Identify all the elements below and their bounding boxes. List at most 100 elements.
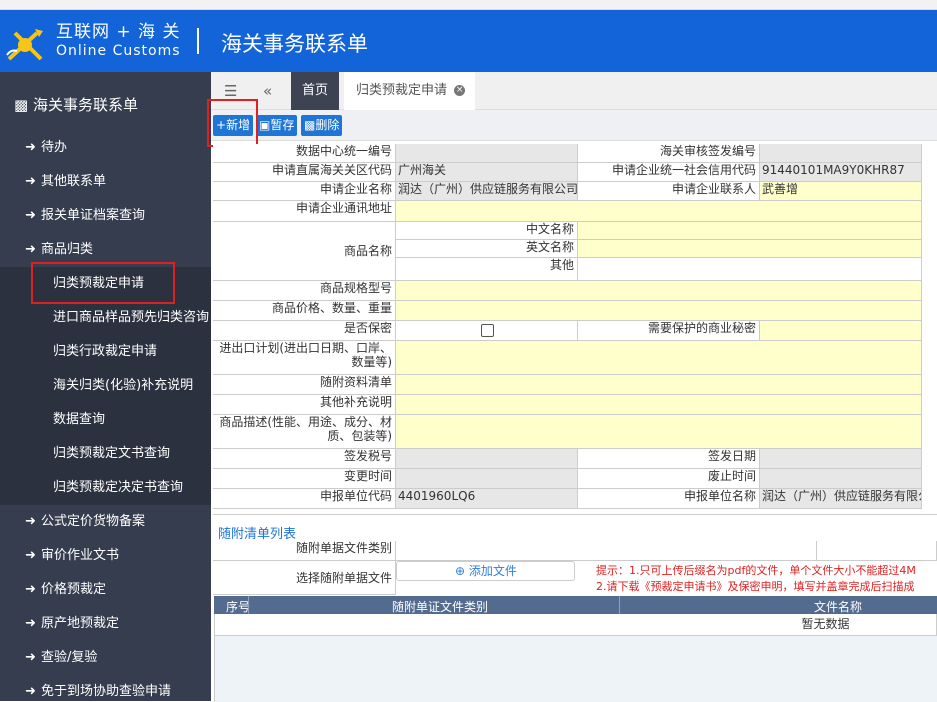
label-attach-list: 随附资料清单	[213, 375, 396, 395]
field-other-note[interactable]	[396, 395, 922, 415]
sign-in-icon: ➜	[25, 582, 36, 597]
sidebar-item-other-contacts[interactable]: ➜ 其他联系单	[0, 165, 211, 199]
browser-top-strip	[0, 0, 937, 10]
confidential-checkbox[interactable]	[481, 324, 494, 337]
attachment-grid-header: 序号 随附单证文件类别 文件名称	[214, 596, 937, 614]
app-header: 互联网 + 海 关 Online Customs 海关事务联系单	[0, 10, 937, 72]
upload-tip-2: 2.请下载《预裁定申请书》及保密申明，填写并盖章完成后扫描成	[596, 580, 915, 593]
label-direct-customs: 申请直属海关关区代码	[213, 163, 396, 182]
label-cn-name: 中文名称	[396, 222, 578, 240]
sign-in-icon: ➜	[25, 548, 36, 563]
sidebar: ▩ 海关事务联系单 ➜ 待办 ➜ 其他联系单 ➜ 报关单证档案查询 ➜ 商品归类 归类预…	[0, 72, 211, 701]
sidebar-item-todo[interactable]: ➜ 待办	[0, 131, 211, 165]
empty-row: 暂无数据	[214, 614, 937, 636]
header-divider	[197, 28, 199, 54]
field-void-time	[760, 469, 922, 489]
label-select-file: 选择随附单据文件	[213, 561, 396, 595]
field-description[interactable]	[396, 415, 922, 449]
sidebar-subitem-data-query[interactable]: 数据查询	[0, 403, 211, 437]
label-sign-date: 签发日期	[578, 449, 760, 469]
field-address[interactable]	[396, 201, 922, 222]
field-price-qty[interactable]	[396, 301, 922, 321]
field-spec[interactable]	[396, 281, 922, 301]
field-declarer-code: 4401960LQ6	[396, 489, 578, 509]
field-en-name[interactable]	[578, 240, 922, 258]
sidebar-item-exempt-inspection[interactable]: ➜ 免于到场协助查验申请	[0, 675, 211, 701]
delete-button[interactable]: ▩删除	[301, 115, 343, 136]
label-void-time: 废止时间	[578, 469, 760, 489]
sign-in-icon: ➜	[25, 208, 36, 223]
attachment-panel: 随附清单列表 随附单据文件类别 选择随附单据文件 ⊕ 添加文件 提示：1.只可上…	[213, 514, 937, 702]
col-divider	[619, 596, 620, 614]
save-icon: ▣	[259, 118, 271, 132]
field-change-time	[396, 469, 578, 489]
tab-current[interactable]: 归类预裁定申请 ×	[344, 72, 475, 110]
scroll-left-icon[interactable]: «	[263, 82, 272, 100]
label-doc-type: 随附单据文件类别	[213, 541, 396, 561]
plus-circle-icon: ⊕	[455, 564, 466, 578]
field-other[interactable]	[578, 258, 922, 281]
field-attach-list[interactable]	[396, 375, 922, 395]
sidebar-subitem-sample-consult[interactable]: 进口商品样品预先归类咨询	[0, 301, 211, 335]
field-sign-date	[760, 449, 922, 469]
close-tab-icon[interactable]: ×	[454, 85, 466, 96]
highlight-box-add	[207, 99, 258, 147]
sidebar-item-valuation-docs[interactable]: ➜ 审价作业文书	[0, 539, 211, 573]
label-goods-name: 商品名称	[213, 222, 396, 281]
label-customs-sign-no: 海关审核签发编号	[578, 144, 760, 163]
label-description: 商品描述(性能、用途、成分、材 质、包装等)	[213, 415, 396, 449]
label-company-name: 申请企业名称	[213, 182, 396, 201]
sidebar-subitem-admin-ruling[interactable]: 归类行政裁定申请	[0, 335, 211, 369]
label-other: 其他	[396, 258, 578, 281]
sign-in-icon: ➜	[25, 616, 36, 631]
toolbar: +新增 ▣暂存 ▩删除	[211, 110, 937, 141]
sidebar-item-origin-ruling[interactable]: ➜ 原产地预裁定	[0, 607, 211, 641]
sign-in-icon: ➜	[25, 650, 36, 665]
field-cn-name[interactable]	[578, 222, 922, 240]
sidebar-item-price-ruling[interactable]: ➜ 价格预裁定	[0, 573, 211, 607]
field-doc-type[interactable]	[396, 541, 817, 561]
sidebar-subitem-document-query[interactable]: 归类预裁定文书查询	[0, 437, 211, 471]
attachment-panel-title: 随附清单列表	[218, 527, 297, 542]
sidebar-subitem-supplement[interactable]: 海关归类(化验)补充说明	[0, 369, 211, 403]
menu-toggle-icon[interactable]: ☰	[224, 82, 237, 100]
sidebar-title-label: 海关事务联系单	[32, 96, 138, 114]
add-file-button[interactable]: ⊕ 添加文件	[396, 561, 575, 581]
field-import-export-plan[interactable]	[396, 341, 922, 375]
sidebar-title: ▩ 海关事务联系单	[14, 94, 138, 115]
label-tax-no: 签发税号	[213, 449, 396, 469]
field-direct-customs: 广州海关	[396, 163, 578, 182]
label-declarer-name: 申报单位名称	[578, 489, 760, 509]
col-type: 随附单证文件类别	[392, 600, 489, 614]
brand: 互联网 + 海 关 Online Customs	[56, 23, 181, 61]
field-declarer-name: 润达（广州）供应链服务有限公司	[760, 489, 922, 509]
label-address: 申请企业通讯地址	[213, 201, 396, 222]
upload-tip-1: 提示：1.只可上传后缀名为pdf的文件，单个文件大小不能超过4M	[596, 564, 916, 577]
tab-home[interactable]: 首页	[291, 72, 339, 110]
field-confidential	[396, 321, 578, 341]
tab-current-label: 归类预裁定申请	[356, 83, 448, 98]
sidebar-item-archive-query[interactable]: ➜ 报关单证档案查询	[0, 199, 211, 233]
sign-in-icon: ➜	[25, 514, 36, 529]
label-other-note: 其他补充说明	[213, 395, 396, 415]
field-data-center-no	[396, 144, 578, 163]
label-trade-secret: 需要保护的商业秘密	[578, 321, 760, 341]
cubes-icon: ▩	[14, 96, 29, 114]
sign-in-icon: ➜	[25, 174, 36, 189]
brand-cn: 互联网 + 海 关	[56, 22, 181, 42]
field-trade-secret[interactable]	[760, 321, 922, 341]
field-contact[interactable]: 武善增	[760, 182, 922, 201]
save-draft-button[interactable]: ▣暂存	[256, 115, 298, 136]
trash-icon: ▩	[304, 118, 316, 132]
field-tax-no	[396, 449, 578, 469]
page-title: 海关事务联系单	[221, 32, 368, 56]
sign-in-icon: ➜	[25, 140, 36, 155]
sign-in-icon: ➜	[25, 684, 36, 699]
sidebar-item-inspection[interactable]: ➜ 查验/复验	[0, 641, 211, 675]
label-data-center-no: 数据中心统一编号	[213, 144, 396, 163]
brand-en: Online Customs	[56, 43, 181, 59]
sidebar-item-formula-pricing[interactable]: ➜ 公式定价货物备案	[0, 505, 211, 539]
sidebar-subitem-decision-query[interactable]: 归类预裁定决定书查询	[0, 471, 211, 505]
customs-emblem-icon	[6, 29, 43, 61]
label-confidential: 是否保密	[213, 321, 396, 341]
